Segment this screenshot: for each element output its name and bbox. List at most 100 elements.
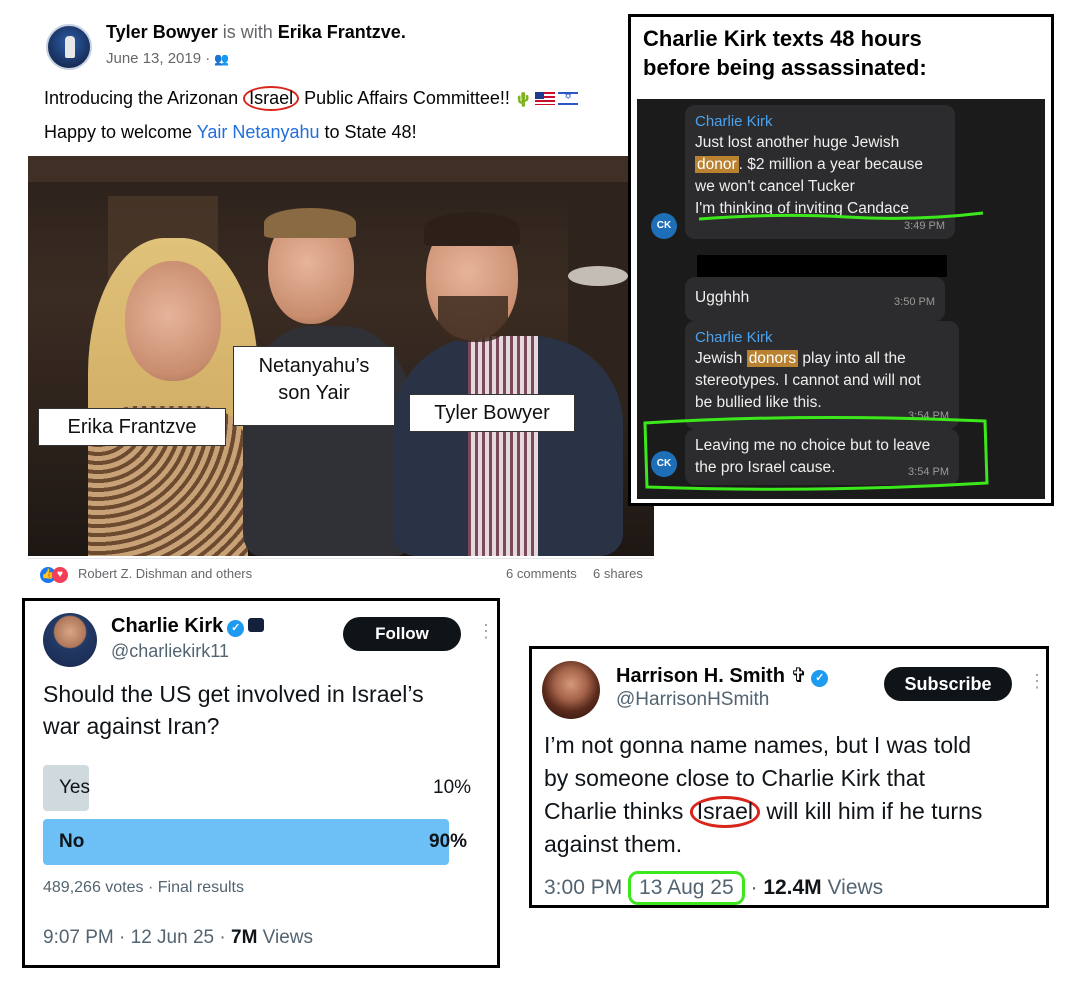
chat-title-line1: Charlie Kirk texts 48 hours <box>643 26 922 51</box>
yair-netanyahu-link[interactable]: Yair Netanyahu <box>197 122 320 142</box>
post-date-text: June 13, 2019 · <box>106 50 211 67</box>
post-text-part: Public Affairs Committee!! <box>299 88 510 108</box>
post-photo[interactable]: Netanyahu’s son Yair Erika Frantzve Tyle… <box>28 156 654 556</box>
harrison-tweet: Harrison H. Smith ✞ ✓ @HarrisonHSmith Sub… <box>529 646 1049 908</box>
highlighted-word: donors <box>746 350 799 368</box>
friends-icon: 👥 <box>214 52 230 66</box>
tweet-text-part: will kill him if he turns <box>759 798 983 825</box>
green-underline-annotation <box>698 211 984 221</box>
author-avatar[interactable] <box>542 661 600 719</box>
sender-avatar: CK <box>651 213 677 239</box>
author-name-row: Harrison H. Smith ✞ ✓ <box>616 663 829 688</box>
poll-tweet: Charlie Kirk ✓ @charliekirk11 Follow ⋮ Sh… <box>22 598 500 968</box>
chat-title-line2: before being assassinated: <box>643 54 927 80</box>
author-name[interactable]: Tyler Bowyer <box>106 22 218 42</box>
label-erika: Erika Frantzve <box>38 408 226 446</box>
message-sender: Charlie Kirk <box>695 113 773 130</box>
post-text-part: to State 48! <box>319 122 417 142</box>
circled-israel: Israel <box>243 86 300 111</box>
poll-votes: 489,266 votes · Final results <box>43 879 244 896</box>
author-name-row: Charlie Kirk ✓ <box>111 615 265 638</box>
reaction-icons[interactable]: 👍 ♥ <box>40 565 68 583</box>
reactions-text[interactable]: Robert Z. Dishman and others <box>78 566 252 581</box>
author-name[interactable]: Charlie Kirk <box>111 615 223 637</box>
post-header: Tyler Bowyer is with Erika Frantzve. <box>106 22 406 43</box>
message-time: 3:50 PM <box>894 296 935 308</box>
message-text: Jewish <box>695 350 747 368</box>
poll-option-no-pct: 90% <box>429 831 468 852</box>
highlighted-word: donor <box>695 156 739 174</box>
label-yair-line1: Netanyahu’s <box>258 355 370 377</box>
tweet-text-line: against them. <box>544 831 683 858</box>
chat-title: Charlie Kirk texts 48 hours before being… <box>643 25 927 82</box>
tweet-text-line: I’m not gonna name names, but I was told <box>544 732 972 758</box>
post-text-line2: Happy to welcome Yair Netanyahu to State… <box>44 122 417 143</box>
message-text: play into all the <box>798 350 906 368</box>
tweet-timestamp[interactable]: 9:07 PM · 12 Jun 25 · 7M Views <box>43 927 313 949</box>
views-count: 12.4M <box>763 876 822 899</box>
poll-option-yes-pct: 10% <box>433 777 472 798</box>
message-line: donor. $2 million a year because <box>695 154 945 176</box>
shares-count[interactable]: 6 shares <box>593 566 643 581</box>
love-icon: ♥ <box>52 567 68 583</box>
message-line: Jewish donors play into all the <box>695 348 949 370</box>
post-text-line1: Introducing the Arizonan Israel Public A… <box>44 86 579 111</box>
green-box-annotation <box>643 415 989 491</box>
message-line: stereotypes. I cannot and will not <box>695 372 921 390</box>
poll-option-yes: Yes <box>43 765 90 811</box>
post-text-part: Introducing the Arizonan <box>44 88 244 108</box>
message-bubble: Ugghhh 3:50 PM <box>685 277 945 321</box>
author-avatar[interactable] <box>43 613 97 667</box>
poll-question-line2: war against Iran? <box>43 712 220 739</box>
timestamp-time: 3:00 PM <box>544 876 629 899</box>
circled-date: 13 Aug 25 <box>628 871 745 905</box>
circled-israel: Israel <box>689 796 760 828</box>
chat-body: Charlie Kirk Just lost another huge Jewi… <box>637 99 1045 499</box>
post-footer: 👍 ♥ Robert Z. Dishman and others 6 commen… <box>28 558 654 588</box>
chat-screenshot: Charlie Kirk texts 48 hours before being… <box>628 14 1054 506</box>
author-handle[interactable]: @charliekirk11 <box>111 641 229 662</box>
separator: · <box>744 876 764 899</box>
views-label: Views <box>257 927 314 948</box>
tweet-text-part: Charlie thinks <box>544 798 690 825</box>
message-line: Just lost another huge Jewish <box>695 134 900 152</box>
author-avatar[interactable] <box>46 24 92 70</box>
views-count: 7M <box>231 927 258 948</box>
label-yair: Netanyahu’s son Yair <box>233 346 395 426</box>
timestamp-text: 9:07 PM · 12 Jun 25 · <box>43 927 231 948</box>
label-tyler: Tyler Bowyer <box>409 394 575 432</box>
more-options-icon[interactable]: ⋮ <box>1028 671 1046 692</box>
redacted-bar <box>697 255 947 277</box>
verified-badge-icon: ✓ <box>811 670 829 687</box>
more-options-icon[interactable]: ⋮ <box>477 621 495 642</box>
author-name[interactable]: Harrison H. Smith <box>616 665 785 687</box>
views-label: Views <box>821 876 884 899</box>
affiliation-badge-icon <box>248 618 265 632</box>
poll-option-no: No <box>43 819 449 865</box>
follow-button[interactable]: Follow <box>343 617 461 651</box>
tweet-text: I’m not gonna name names, but I was told… <box>544 729 1044 861</box>
facebook-post: Tyler Bowyer is with Erika Frantzve. Jun… <box>28 10 654 588</box>
cross-icon: ✞ <box>790 665 808 687</box>
with-text: is with <box>222 22 273 42</box>
tweet-text-line: Charlie thinks Israel will kill him if h… <box>544 795 1044 828</box>
israel-flag-icon <box>558 91 579 105</box>
poll-question-line1: Should the US get involved in Israel’s <box>43 681 424 707</box>
message-line: Ugghhh <box>695 289 750 306</box>
post-date[interactable]: June 13, 2019 · 👥 <box>106 50 229 67</box>
message-sender: Charlie Kirk <box>695 329 773 346</box>
tweet-text-line: by someone close to Charlie Kirk that <box>544 765 925 792</box>
poll-question: Should the US get involved in Israel’s w… <box>43 679 424 742</box>
cactus-icon: 🌵 <box>514 91 533 107</box>
tagged-name[interactable]: Erika Frantzve. <box>278 22 406 42</box>
message-line: we won't cancel Tucker <box>695 178 855 196</box>
verified-badge-icon: ✓ <box>227 620 245 637</box>
message-text: . $2 million a year because <box>738 156 924 174</box>
us-flag-icon <box>535 92 556 105</box>
author-handle[interactable]: @HarrisonHSmith <box>616 689 769 711</box>
post-text-part: Happy to welcome <box>44 122 197 142</box>
label-yair-line2: son Yair <box>278 382 350 404</box>
subscribe-button[interactable]: Subscribe <box>884 667 1012 701</box>
comments-count[interactable]: 6 comments <box>506 566 577 581</box>
tweet-timestamp[interactable]: 3:00 PM 13 Aug 25 · 12.4M Views <box>544 871 883 905</box>
